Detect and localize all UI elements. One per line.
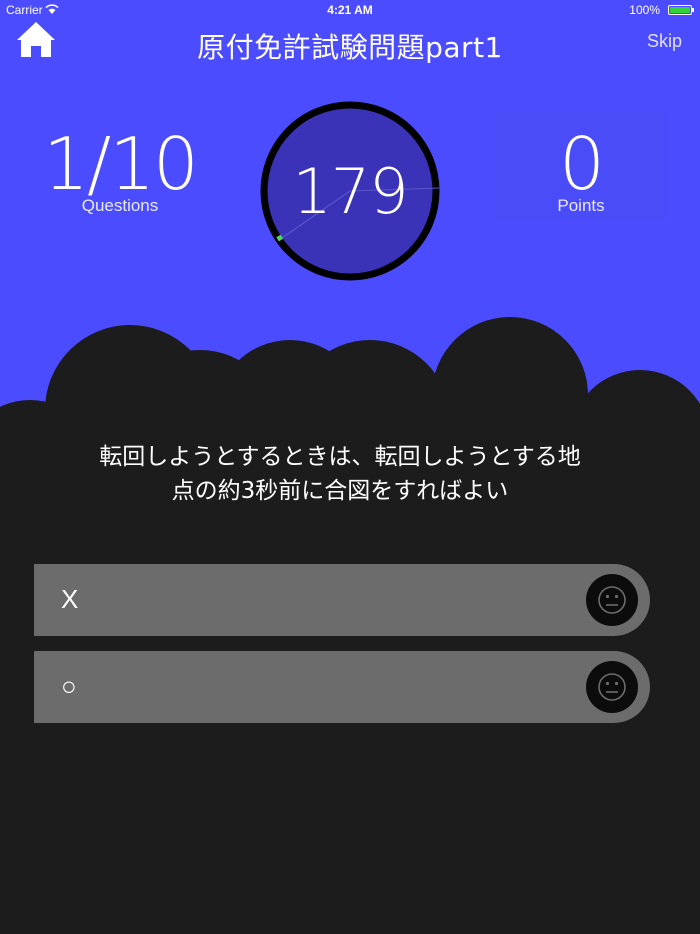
battery-percentage: 100% bbox=[629, 3, 660, 17]
question-line-1: 転回しようとするときは、転回しようとする地 bbox=[99, 444, 581, 470]
neutral-face-icon bbox=[586, 661, 638, 713]
timer-progress-arc bbox=[276, 234, 284, 242]
question-text: 転回しようとするときは、転回しようとする地 点の約3秒前に合図をすればよい bbox=[30, 440, 650, 508]
clock: 4:21 AM bbox=[327, 3, 373, 17]
neutral-face-icon bbox=[586, 574, 638, 626]
answer-label-x: X bbox=[61, 584, 79, 614]
questions-value: 1/10 bbox=[43, 122, 199, 206]
countdown-timer: 179 bbox=[259, 100, 441, 282]
answer-button-o[interactable]: ○ bbox=[34, 651, 650, 723]
points-value: 0 bbox=[559, 122, 605, 206]
battery-icon bbox=[668, 5, 694, 15]
page-title: 原付免許試験問題part1 bbox=[197, 31, 503, 64]
answer-button-x[interactable]: X bbox=[34, 564, 650, 636]
question-line-2: 点の約3秒前に合図をすればよい bbox=[171, 478, 509, 504]
answer-label-o: ○ bbox=[61, 671, 77, 701]
status-bar: Carrier 4:21 AM 100% bbox=[0, 0, 700, 20]
questions-counter: 1/10 Questions bbox=[20, 128, 220, 216]
timer-value: 179 bbox=[292, 155, 408, 228]
points-counter: 0 Points bbox=[496, 112, 666, 220]
points-label: Points bbox=[557, 196, 605, 215]
skip-button[interactable]: Skip bbox=[647, 31, 682, 52]
